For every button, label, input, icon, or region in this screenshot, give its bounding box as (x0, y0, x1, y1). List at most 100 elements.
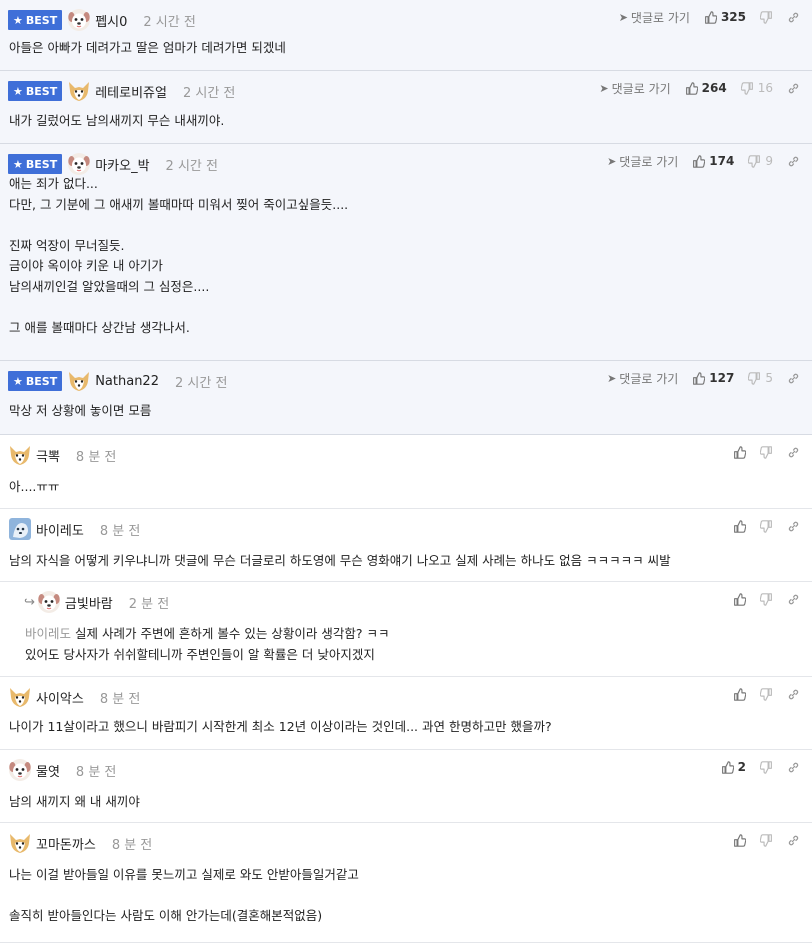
share-link-button[interactable] (787, 372, 800, 385)
avatar[interactable] (8, 443, 32, 467)
avatar[interactable] (8, 831, 32, 855)
star-icon: ★ (13, 84, 23, 98)
nickname[interactable]: 레테로비쥬얼 (95, 82, 167, 101)
avatar[interactable] (8, 758, 32, 782)
comment-text: 나이가 11살이라고 했으니 바람피기 시작한게 최소 12년 이상이라는 것인… (9, 719, 552, 734)
comment-body: 내가 길렀어도 남의새끼지 무슨 내새끼야. (9, 111, 802, 132)
nickname[interactable]: 금빛바람 (65, 593, 113, 612)
comment-text: 아....ㅠㅠ (9, 479, 60, 494)
goto-arrow-icon: ➤ (618, 10, 628, 24)
downvote-button[interactable] (760, 519, 773, 533)
upvote-button[interactable]: 2 (721, 760, 746, 774)
goto-comment-link[interactable]: ➤ 댓글로 가기 (619, 9, 690, 26)
comment-time: 2 시간 전 (174, 375, 228, 391)
avatar[interactable] (8, 685, 32, 709)
nickname[interactable]: 극뽁 (36, 446, 60, 465)
upvote-button[interactable]: 264 (685, 81, 727, 95)
comment-body: 남의 새끼지 왜 내 새끼야 (9, 792, 802, 813)
share-link-button[interactable] (787, 593, 800, 606)
comment-header: ★ BEST 펩시0 2 시간 전 (8, 8, 196, 32)
share-link-button[interactable] (787, 11, 800, 24)
goto-comment-link[interactable]: ➤ 댓글로 가기 (607, 370, 678, 387)
thumbs-down-icon (760, 833, 773, 847)
best-badge: ★ BEST (8, 81, 63, 101)
comment-text-line: 아들은 아빠가 데려가고 딸은 엄마가 데려가면 되겠네 (9, 38, 802, 59)
link-icon (787, 520, 800, 533)
goto-comment-label: 댓글로 가기 (630, 10, 690, 25)
best-comment: ★ BEST Nathan22 2 시간 전 ➤ 댓글로 가기 127 5 막상 저 상황에 놓… (0, 361, 812, 435)
mention-nickname[interactable]: 바이레도 (25, 626, 71, 641)
comment-header: 극뽁 8 분 전 (8, 443, 116, 467)
downvote-button[interactable] (760, 592, 773, 606)
downvote-button[interactable] (760, 445, 773, 459)
goto-comment-link[interactable]: ➤ 댓글로 가기 (607, 153, 678, 170)
downvote-count: 5 (765, 371, 773, 385)
upvote-count: 174 (709, 154, 735, 168)
thumbs-down-icon (760, 760, 773, 774)
upvote-button[interactable] (733, 687, 746, 701)
upvote-button[interactable]: 325 (704, 10, 746, 24)
avatar[interactable] (67, 369, 91, 393)
downvote-button[interactable] (760, 833, 773, 847)
share-link-button[interactable] (787, 520, 800, 533)
nickname[interactable]: 마카오_박 (95, 155, 149, 174)
goto-comment-link[interactable]: ➤ 댓글로 가기 (599, 80, 670, 97)
comment-header: 꼬마돈까스 8 분 전 (8, 831, 152, 855)
share-link-button[interactable] (787, 761, 800, 774)
comment-text-line: 남의새끼인걸 알았을때의 그 심정은.... (9, 277, 802, 298)
nickname[interactable]: Nathan22 (95, 374, 159, 389)
avatar[interactable] (67, 152, 91, 176)
comment-list: ★ BEST 펩시0 2 시간 전 ➤ 댓글로 가기 325 아들은 아빠가 데려가고 딸은 … (0, 0, 812, 943)
comment-text: 실제 사례가 주변에 흔하게 볼수 있는 상황이라 생각함? ㅋㅋ (75, 626, 390, 641)
goto-arrow-icon: ➤ (607, 154, 617, 168)
downvote-button[interactable] (760, 760, 773, 774)
best-badge-label: BEST (25, 13, 58, 27)
comment-actions: 2 (707, 758, 800, 776)
share-link-button[interactable] (787, 82, 800, 95)
thumbs-down-icon (760, 687, 773, 701)
comment-actions (719, 517, 800, 535)
downvote-button[interactable]: 5 (748, 371, 773, 385)
upvote-button[interactable]: 174 (692, 154, 734, 168)
downvote-button[interactable]: 16 (740, 81, 773, 95)
upvote-button[interactable] (733, 519, 746, 533)
comment-header: ★ BEST 마카오_박 2 시간 전 (8, 152, 218, 176)
upvote-button[interactable] (733, 592, 746, 606)
comment-text-line (9, 215, 802, 236)
link-icon (787, 761, 800, 774)
reply-comment: ↪ 금빛바람 2 분 전 바이레도 실제 사례가 주변에 흔하게 볼수 있는 상황이라 … (0, 582, 812, 677)
thumbs-down-icon (748, 154, 761, 168)
avatar[interactable] (8, 517, 32, 541)
thumbs-up-icon (733, 445, 746, 459)
nickname[interactable]: 펩시0 (95, 11, 127, 30)
share-link-button[interactable] (787, 155, 800, 168)
downvote-button[interactable]: 9 (748, 154, 773, 168)
goto-arrow-icon: ➤ (607, 371, 617, 385)
share-link-button[interactable] (787, 688, 800, 701)
downvote-button[interactable] (760, 687, 773, 701)
nickname[interactable]: 꼬마돈까스 (36, 834, 96, 853)
avatar[interactable] (67, 79, 91, 103)
avatar[interactable] (37, 590, 61, 614)
downvote-button[interactable] (760, 10, 773, 24)
comment-time: 2 분 전 (128, 596, 170, 612)
share-link-button[interactable] (787, 446, 800, 459)
upvote-button[interactable]: 127 (692, 371, 734, 385)
comment-text: 그 애를 볼때마다 상간남 생각나서. (9, 320, 190, 336)
comment-text-line: 진짜 억장이 무너질듯. (9, 236, 802, 257)
comment-header: ★ BEST Nathan22 2 시간 전 (8, 369, 227, 393)
nickname[interactable]: 물엿 (36, 761, 60, 780)
nickname[interactable]: 사이악스 (36, 688, 84, 707)
best-comment: ★ BEST 마카오_박 2 시간 전 ➤ 댓글로 가기 174 9 애는 죄가 없다... 다만… (0, 144, 812, 361)
avatar[interactable] (67, 8, 91, 32)
comment-text-line: 금이야 옥이야 키운 내 아기가 (9, 256, 802, 277)
upvote-button[interactable] (733, 445, 746, 459)
nickname[interactable]: 바이레도 (36, 520, 84, 539)
goto-comment-label: 댓글로 가기 (619, 154, 679, 169)
upvote-button[interactable] (733, 833, 746, 847)
comment-time: 8 분 전 (111, 837, 153, 853)
share-link-button[interactable] (787, 834, 800, 847)
upvote-count: 2 (737, 760, 746, 774)
comment-time: 2 시간 전 (143, 14, 196, 30)
comment-text-line: 애는 죄가 없다... (9, 174, 802, 195)
